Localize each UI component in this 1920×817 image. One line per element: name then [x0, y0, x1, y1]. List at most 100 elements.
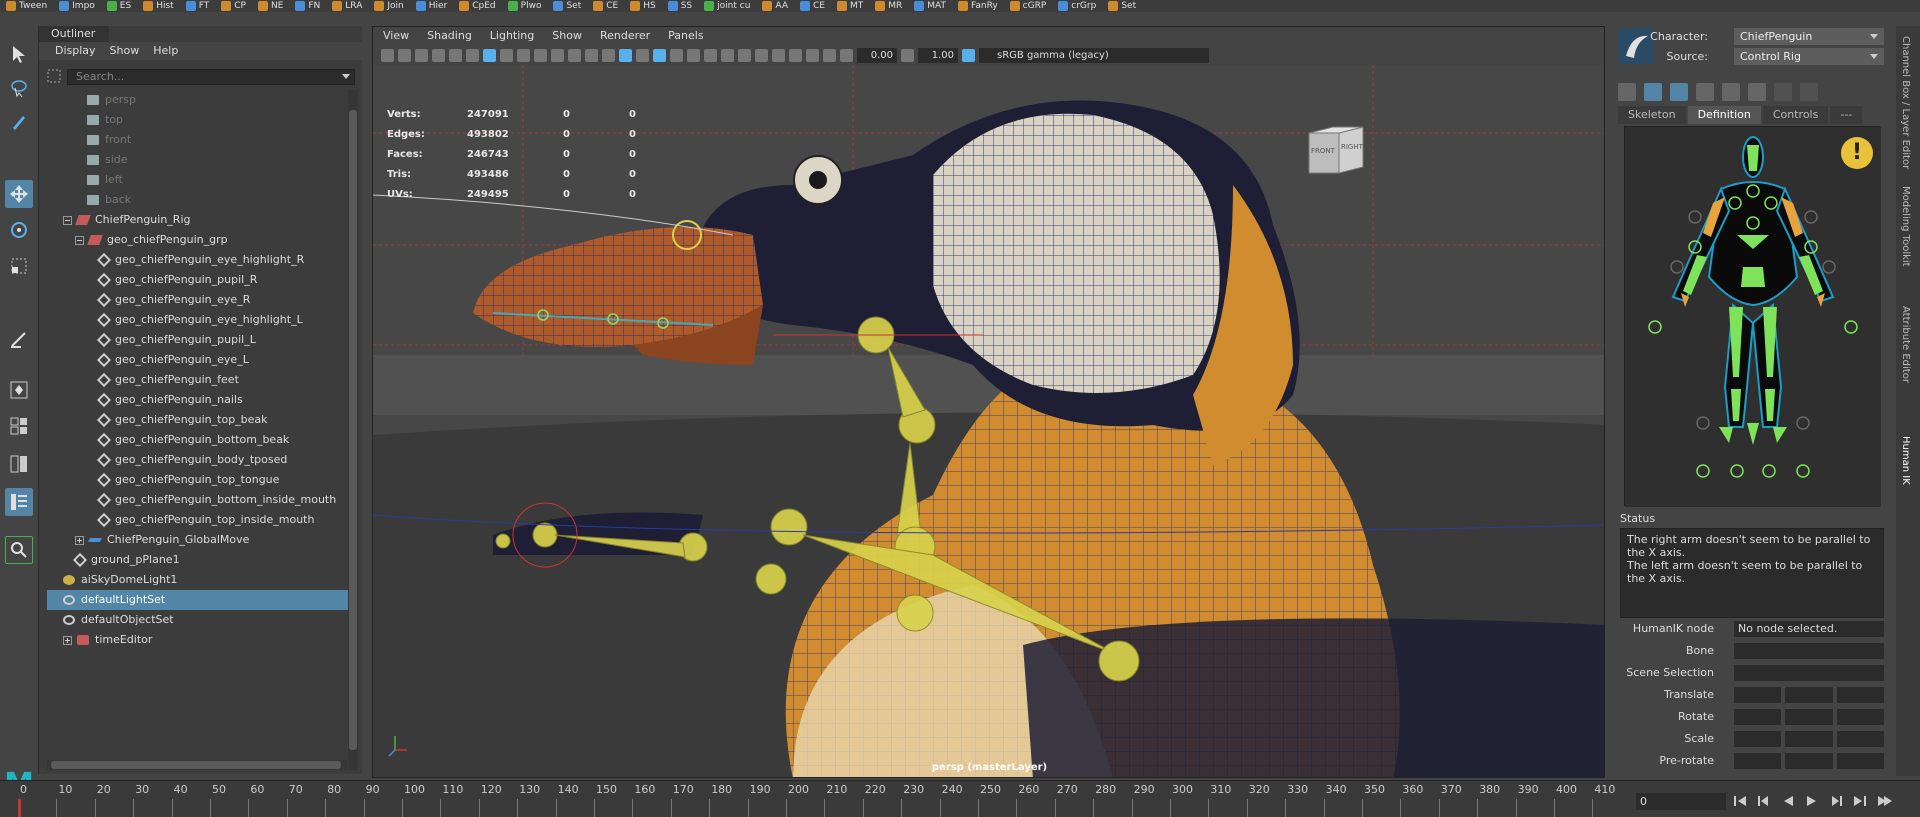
expand-toggle-icon[interactable] [75, 235, 84, 245]
depth-of-field-icon[interactable] [772, 48, 785, 62]
outliner-item[interactable]: geo_chiefPenguin_bottom_beak [47, 430, 351, 450]
chevron-down-icon[interactable] [1870, 54, 1878, 59]
outliner-menu-display[interactable]: Display [55, 44, 96, 58]
outliner-item[interactable]: geo_chiefPenguin_body_tposed [47, 450, 351, 470]
prop-field[interactable] [1734, 709, 1782, 725]
safe-action-icon[interactable] [568, 48, 581, 62]
play-back-icon[interactable] [1780, 793, 1796, 809]
shelf-button[interactable]: CP [215, 0, 252, 12]
anti-alias-icon[interactable] [755, 48, 768, 62]
viewcube-front-label[interactable]: FRONT [1311, 147, 1335, 155]
use-all-lights-icon[interactable] [687, 48, 700, 62]
outliner-item[interactable]: geo_chiefPenguin_pupil_L [47, 330, 351, 350]
scene-canvas[interactable]: Verts: 247091 0 0 Edges: 493802 0 0 Faces: 246743… [373, 65, 1604, 777]
shelf-button[interactable]: MAT [908, 0, 952, 12]
humanik-character-figure[interactable]: ! [1624, 126, 1881, 507]
shelf-button[interactable]: FanRy [952, 0, 1004, 12]
outliner-item[interactable]: geo_chiefPenguin_top_inside_mouth [47, 510, 351, 530]
outliner-item[interactable]: geo_chiefPenguin_pupil_R [47, 270, 351, 290]
motion-blur-icon[interactable] [738, 48, 751, 62]
prop-field[interactable] [1785, 687, 1833, 703]
shelf-button[interactable]: Join [368, 0, 409, 12]
prop-value[interactable] [1734, 665, 1884, 681]
film-gate-icon[interactable] [500, 48, 513, 62]
isolate-select-icon[interactable] [789, 48, 802, 62]
viewport-menu-view[interactable]: View [383, 29, 409, 43]
outliner-item[interactable]: persp [47, 90, 351, 110]
shelf-button[interactable]: Tween [0, 0, 53, 12]
gamma-icon[interactable] [901, 48, 914, 62]
create-character-icon[interactable] [1618, 83, 1636, 101]
prop-vector[interactable] [1734, 753, 1884, 769]
current-frame-marker[interactable] [18, 799, 21, 817]
rotate-tool-icon[interactable] [5, 216, 33, 244]
field-chart-icon[interactable] [551, 48, 564, 62]
shelf-button[interactable]: NE [252, 0, 289, 12]
save-definition-icon[interactable] [1722, 83, 1740, 101]
outliner-item[interactable]: side [47, 150, 351, 170]
xray-icon[interactable] [670, 48, 683, 62]
chevron-down-icon[interactable] [1870, 34, 1878, 39]
outliner-item[interactable]: geo_chiefPenguin_eye_R [47, 290, 351, 310]
color-management-icon[interactable] [962, 48, 975, 62]
side-tab-0[interactable]: Channel Box / Layer Editor [1900, 36, 1911, 169]
outliner-vscrollbar[interactable] [348, 90, 358, 770]
time-ticks[interactable]: 0 10 20 30 40 50 60 70 80 90 100 110 120 130 140 150 160… [18, 781, 1615, 817]
select-tool-icon[interactable] [5, 40, 33, 68]
side-tab-3[interactable]: Human IK [1900, 436, 1911, 485]
step-back-icon[interactable] [1756, 793, 1772, 809]
outliner-item[interactable]: defaultLightSet [47, 590, 351, 610]
gate-mask-icon[interactable] [534, 48, 547, 62]
grid-icon[interactable] [483, 48, 496, 62]
prop-field[interactable] [1785, 709, 1833, 725]
shelf-button[interactable]: CE [794, 0, 831, 12]
two-view-icon[interactable] [5, 450, 33, 478]
shelf-button[interactable]: crGrp [1052, 0, 1102, 12]
scale-tool-icon[interactable] [5, 252, 33, 280]
ambient-occlusion-icon[interactable] [721, 48, 734, 62]
outliner-item[interactable]: geo_chiefPenguin_feet [47, 370, 351, 390]
search-icon[interactable] [5, 536, 33, 564]
shelf-button[interactable]: CE [587, 0, 624, 12]
shelf-button[interactable]: SS [662, 0, 698, 12]
delete-definition-icon[interactable] [1748, 83, 1766, 101]
outliner-item[interactable]: top [47, 110, 351, 130]
outliner-item[interactable]: aiSkyDomeLight1 [47, 570, 351, 590]
current-frame-field[interactable]: 0 [1636, 793, 1726, 810]
hscroll-thumb[interactable] [51, 761, 341, 769]
safe-title-icon[interactable] [585, 48, 598, 62]
shelf-button[interactable]: FN [289, 0, 326, 12]
prop-field[interactable] [1836, 687, 1884, 703]
prop-value[interactable]: No node selected. [1734, 621, 1884, 637]
chevron-down-icon[interactable] [342, 74, 350, 79]
outliner-item[interactable]: timeEditor [47, 630, 351, 650]
outliner-item[interactable]: left [47, 170, 351, 190]
viewcube[interactable]: FRONT RIGHT [1305, 123, 1367, 179]
prop-value[interactable] [1734, 643, 1884, 659]
grease-pencil-icon[interactable] [466, 48, 479, 62]
shelf-button[interactable]: AA [756, 0, 794, 12]
outliner-item[interactable]: geo_chiefPenguin_eye_L [47, 350, 351, 370]
shelf-button[interactable]: MT [831, 0, 869, 12]
prop-vector[interactable] [1734, 709, 1884, 725]
outliner-hscrollbar[interactable] [47, 760, 347, 770]
mirror-left-icon[interactable] [1774, 83, 1792, 101]
mirror-right-icon[interactable] [1800, 83, 1818, 101]
lasso-tool-icon[interactable] [5, 74, 33, 102]
shadows-icon[interactable] [704, 48, 717, 62]
outliner-item[interactable]: front [47, 130, 351, 150]
shelf-button[interactable]: Set [547, 0, 587, 12]
gamma-field[interactable]: 1.00 [918, 47, 958, 63]
bookmark-icon[interactable] [415, 48, 428, 62]
prop-vector[interactable] [1734, 687, 1884, 703]
tab-controls[interactable]: Controls [1762, 106, 1829, 124]
prop-field[interactable] [1734, 731, 1782, 747]
prop-field[interactable] [1734, 753, 1782, 769]
outliner-item[interactable]: ground_pPlane1 [47, 550, 351, 570]
viewport-panel[interactable]: View Shading Lighting Show Renderer Panels 0.… [372, 26, 1605, 778]
expand-toggle-icon[interactable] [75, 535, 84, 545]
shelf-button[interactable]: joint cu [698, 0, 756, 12]
play-forward-icon[interactable] [1804, 793, 1820, 809]
outliner-item[interactable]: geo_chiefPenguin_eye_highlight_R [47, 250, 351, 270]
go-to-end-icon[interactable] [1852, 793, 1868, 809]
